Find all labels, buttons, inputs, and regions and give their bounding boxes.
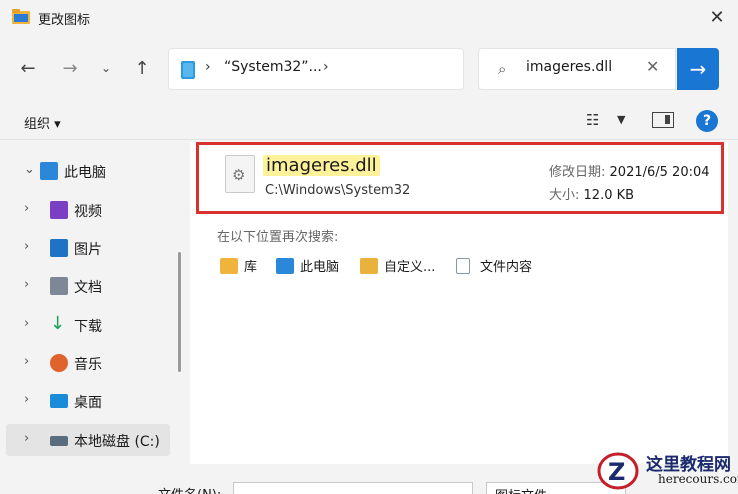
sidebar-item-videos[interactable]: › 视频	[6, 194, 170, 226]
sidebar-item-local-disk[interactable]: › 本地磁盘 (C:)	[6, 424, 170, 456]
dll-file-icon	[225, 155, 255, 193]
recent-locations-button[interactable]: ⌄	[92, 54, 120, 82]
search-input[interactable]	[526, 59, 636, 75]
custom-folder-icon	[360, 258, 378, 274]
sidebar-item-desktop[interactable]: › 桌面	[6, 385, 170, 417]
arrow-right-icon: →	[62, 57, 78, 79]
location-label: 自定义...	[384, 260, 436, 275]
pictures-icon	[50, 239, 68, 257]
up-button[interactable]: ↑	[128, 54, 156, 82]
desktop-icon	[50, 394, 68, 408]
drive-icon	[50, 436, 68, 446]
navigation-pane-scrollbar[interactable]	[178, 252, 181, 372]
chevron-right-icon[interactable]: ›	[24, 239, 29, 254]
chevron-down-icon: ⌄	[100, 61, 112, 75]
location-label: 库	[244, 260, 258, 275]
folder-icon	[12, 9, 30, 24]
arrow-right-icon: →	[689, 57, 707, 81]
file-size-label: 大小:	[549, 188, 580, 203]
view-dropdown-icon[interactable]: ▼	[617, 113, 625, 126]
organize-menu[interactable]: 组织 ▾	[24, 113, 61, 132]
back-button[interactable]: ←	[14, 54, 42, 82]
sidebar-item-pictures[interactable]: › 图片	[6, 232, 170, 264]
help-icon[interactable]: ?	[696, 110, 718, 132]
documents-icon	[50, 277, 68, 295]
watermark: Z 这里教程网 herecours.com	[590, 448, 738, 494]
breadcrumb-chevron-icon[interactable]: ›	[323, 59, 329, 75]
modified-date-value: 2021/6/5 20:04	[609, 165, 710, 180]
clear-search-icon[interactable]: ✕	[646, 57, 659, 76]
video-icon	[50, 201, 68, 219]
file-name: imageres.dll	[263, 155, 380, 176]
chevron-right-icon[interactable]: ›	[24, 277, 29, 292]
sidebar-item-this-pc[interactable]: ⌄ 此电脑	[6, 155, 170, 187]
arrow-up-icon: ↑	[134, 57, 150, 79]
watermark-subtitle: herecours.com	[658, 472, 738, 486]
sidebar-item-music[interactable]: › 音乐	[6, 347, 170, 379]
chevron-right-icon[interactable]: ›	[24, 316, 29, 331]
sidebar-item-downloads[interactable]: › ↓ 下载	[6, 309, 170, 341]
file-location: C:\Windows\System32	[265, 183, 411, 198]
title-bar: 更改图标 ✕	[0, 0, 738, 36]
window-title: 更改图标	[38, 13, 91, 28]
close-icon: ✕	[709, 6, 725, 28]
library-icon	[220, 258, 238, 274]
modified-date: 修改日期: 2021/6/5 20:04	[549, 161, 710, 180]
document-icon	[456, 258, 470, 274]
breadcrumb-chevron-icon[interactable]: ›	[205, 59, 211, 75]
sidebar-item-label: 下载	[74, 319, 102, 335]
computer-icon	[276, 258, 294, 274]
navigation-bar: ← → ⌄ ↑ › › ⌄ ↻ “System32”... ⌕ ✕ →	[0, 40, 738, 98]
sidebar-item-label: 桌面	[74, 395, 102, 411]
computer-icon	[40, 162, 58, 180]
search-icon: ⌕	[498, 60, 507, 78]
preview-pane-icon[interactable]	[652, 112, 674, 128]
sidebar-item-label: 音乐	[74, 357, 102, 373]
chevron-down-icon[interactable]: ⌄	[24, 162, 35, 177]
search-result-item[interactable]: imageres.dll C:\Windows\System32 修改日期: 2…	[196, 142, 724, 214]
filetype-value: 图标文件	[495, 485, 547, 494]
sidebar-item-label: 图片	[74, 242, 102, 258]
file-size-value: 12.0 KB	[583, 188, 635, 203]
svg-text:Z: Z	[608, 458, 625, 486]
location-label: 文件内容	[480, 260, 533, 275]
chevron-right-icon[interactable]: ›	[24, 354, 29, 369]
breadcrumb-path[interactable]: “System32”...	[224, 59, 322, 75]
search-go-button[interactable]: →	[677, 48, 719, 90]
close-button[interactable]: ✕	[700, 2, 734, 32]
chevron-right-icon[interactable]: ›	[24, 392, 29, 407]
filename-input[interactable]	[233, 482, 473, 494]
forward-button[interactable]: →	[56, 54, 84, 82]
arrow-left-icon: ←	[20, 57, 36, 79]
modified-date-label: 修改日期:	[549, 165, 606, 180]
file-size: 大小: 12.0 KB	[549, 184, 634, 203]
sidebar-item-label: 本地磁盘 (C:)	[74, 434, 160, 450]
search-results-icon	[181, 61, 195, 79]
filename-label: 文件名(N):	[158, 484, 221, 494]
watermark-logo: Z	[597, 452, 639, 490]
sidebar-item-documents[interactable]: › 文档	[6, 270, 170, 302]
downloads-icon: ↓	[50, 313, 66, 334]
chevron-right-icon[interactable]: ›	[24, 431, 29, 446]
sidebar-item-label: 视频	[74, 204, 102, 220]
sidebar-item-label: 此电脑	[64, 165, 106, 181]
search-again-heading: 在以下位置再次搜索:	[217, 230, 339, 245]
command-bar: 组织 ▾ ☷ ▼ ?	[0, 102, 738, 140]
sidebar-item-label: 文档	[74, 280, 102, 296]
chevron-right-icon[interactable]: ›	[24, 201, 29, 216]
view-options-icon[interactable]: ☷	[586, 111, 599, 129]
location-label: 此电脑	[300, 260, 340, 275]
music-icon	[50, 354, 68, 372]
